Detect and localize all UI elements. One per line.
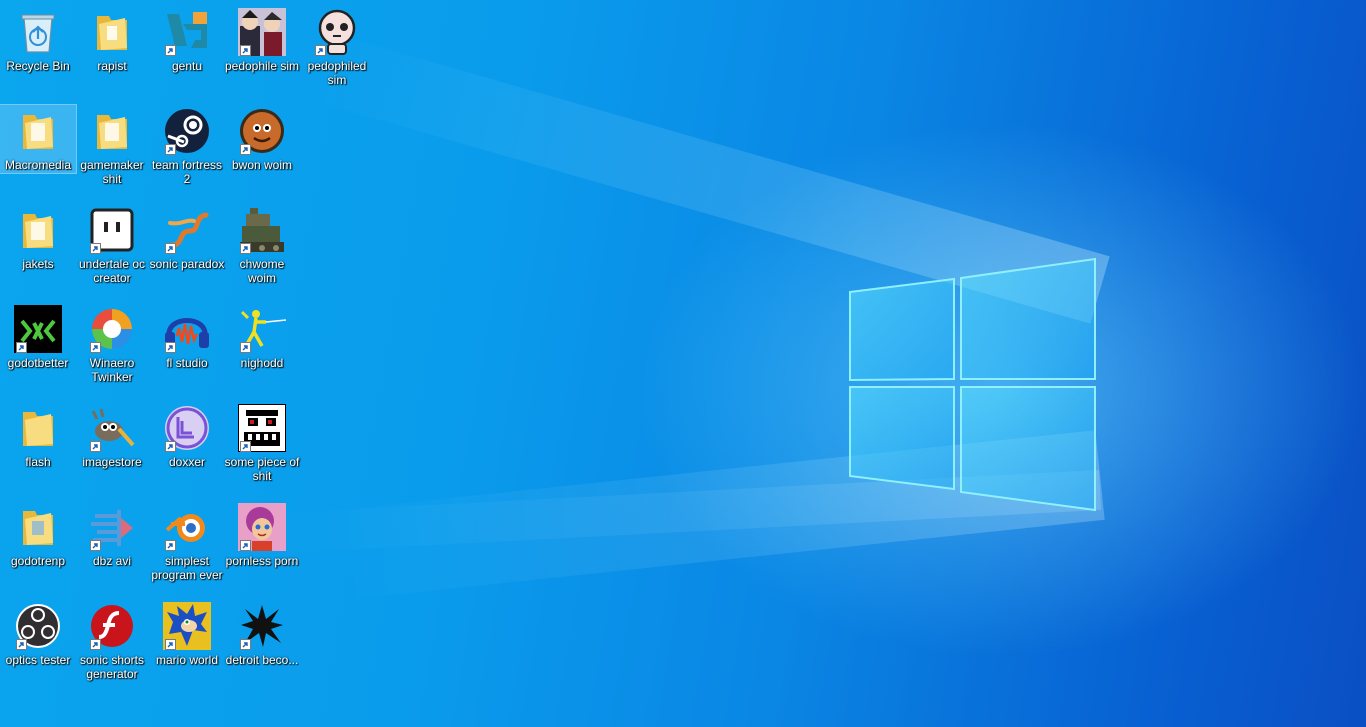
desktop-icon-detroit-beco[interactable]: detroit beco... xyxy=(224,600,300,667)
folder-icon xyxy=(23,412,53,446)
desktop-icon-bwon-woim[interactable]: bwon woim xyxy=(224,105,300,172)
shortcut-arrow-icon xyxy=(240,441,251,452)
desktop-icon-team-fortress-2[interactable]: team fortress 2 xyxy=(149,105,225,186)
shortcut-arrow-icon xyxy=(165,639,176,650)
shortcut-arrow-icon xyxy=(165,540,176,551)
shortcut-arrow-icon xyxy=(165,144,176,155)
icon-label: nighodd xyxy=(240,356,284,370)
icon-label: bwon woim xyxy=(231,158,293,172)
icon-label: Recycle Bin xyxy=(6,59,70,73)
desktop-icon-some-piece-of-shit[interactable]: some piece of shit xyxy=(224,402,300,483)
icon-label: fl studio xyxy=(166,356,208,370)
icon-label: dbz avi xyxy=(92,554,132,568)
folder-icon xyxy=(97,16,127,50)
desktop-icon-gamemaker-shit[interactable]: gamemaker shit xyxy=(74,105,150,186)
shortcut-arrow-icon xyxy=(165,441,176,452)
folder-icon xyxy=(97,115,127,149)
icon-label: flash xyxy=(25,455,51,469)
icon-label: Winaero Twinker xyxy=(89,356,135,384)
shortcut-arrow-icon xyxy=(90,342,101,353)
desktop-icon-dbz-avi[interactable]: dbz avi xyxy=(74,501,150,568)
desktop-icon-pedophile-sim[interactable]: pedophile sim xyxy=(224,6,300,73)
shortcut-arrow-icon xyxy=(165,342,176,353)
icon-label: chwome woim xyxy=(239,257,285,285)
icon-label: some piece of shit xyxy=(224,455,300,483)
icon-label: imagestore xyxy=(82,455,142,469)
desktop-icon-recycle-bin[interactable]: Recycle Bin xyxy=(0,6,76,73)
icon-label: gentu xyxy=(171,59,203,73)
shortcut-arrow-icon xyxy=(16,639,27,650)
desktop-icon-winaero-twinker[interactable]: Winaero Twinker xyxy=(74,303,150,384)
folder-icon xyxy=(23,115,53,149)
shortcut-arrow-icon xyxy=(240,342,251,353)
shortcut-arrow-icon xyxy=(90,540,101,551)
icon-label: gamemaker shit xyxy=(80,158,144,186)
icon-label: simplest program ever xyxy=(151,554,223,582)
icon-label: team fortress 2 xyxy=(151,158,223,186)
desktop-icon-godotrenp[interactable]: godotrenp xyxy=(0,501,76,568)
desktop-icon-optics-tester[interactable]: optics tester xyxy=(0,600,76,667)
desktop-icon-sonic-paradox[interactable]: sonic paradox xyxy=(149,204,225,271)
desktop-icon-rapist[interactable]: rapist xyxy=(74,6,150,73)
icon-label: rapist xyxy=(97,59,127,73)
windows-logo xyxy=(849,257,1096,512)
desktop-icon-pedophiled-sim[interactable]: pedophiled sim xyxy=(299,6,375,87)
desktop-icon-sonic-shorts-generator[interactable]: sonic shorts generator xyxy=(74,600,150,681)
icon-label: jakets xyxy=(22,257,54,271)
shortcut-arrow-icon xyxy=(16,342,27,353)
desktop-icon-gentu[interactable]: gentu xyxy=(149,6,225,73)
desktop-icon-simplest-program-ever[interactable]: simplest program ever xyxy=(149,501,225,582)
desktop-icon-fl-studio[interactable]: fl studio xyxy=(149,303,225,370)
shortcut-arrow-icon xyxy=(315,45,326,56)
icon-label: Macromedia xyxy=(4,158,72,172)
desktop-icon-jakets[interactable]: jakets xyxy=(0,204,76,271)
desktop-icon-imagestore[interactable]: imagestore xyxy=(74,402,150,469)
icon-label: pedophile sim xyxy=(224,59,300,73)
shortcut-arrow-icon xyxy=(165,243,176,254)
shortcut-arrow-icon xyxy=(240,144,251,155)
desktop-icon-flash[interactable]: flash xyxy=(0,402,76,469)
shortcut-arrow-icon xyxy=(240,639,251,650)
desktop-icon-nighodd[interactable]: nighodd xyxy=(224,303,300,370)
icon-label: pornless porn xyxy=(225,554,299,568)
desktop-icon-undertale-oc-creator[interactable]: undertale oc creator xyxy=(74,204,150,285)
desktop-icon-godotbetter[interactable]: godotbetter xyxy=(0,303,76,370)
desktop[interactable]: Recycle Bin Macromedia jakets godotbette… xyxy=(0,0,1366,727)
desktop-icon-chwome-woim[interactable]: chwome woim xyxy=(224,204,300,285)
desktop-icon-pornless-porn[interactable]: pornless porn xyxy=(224,501,300,568)
shortcut-arrow-icon xyxy=(165,45,176,56)
shortcut-arrow-icon xyxy=(90,243,101,254)
shortcut-arrow-icon xyxy=(240,45,251,56)
desktop-icon-doxxer[interactable]: doxxer xyxy=(149,402,225,469)
icon-label: detroit beco... xyxy=(225,653,299,667)
icon-label: godotrenp xyxy=(10,554,66,568)
desktop-icon-macromedia[interactable]: Macromedia xyxy=(0,104,77,174)
icon-label: optics tester xyxy=(5,653,71,667)
icon-label: pedophiled sim xyxy=(307,59,367,87)
icon-label: doxxer xyxy=(168,455,206,469)
icon-label: undertale oc creator xyxy=(78,257,146,285)
folder-icon xyxy=(23,214,53,248)
shortcut-arrow-icon xyxy=(90,639,101,650)
icon-label: mario world xyxy=(155,653,218,667)
recycle-bin-icon xyxy=(21,14,55,53)
folder-icon xyxy=(23,511,53,545)
icon-label: godotbetter xyxy=(7,356,69,370)
shortcut-arrow-icon xyxy=(240,540,251,551)
shortcut-arrow-icon xyxy=(90,441,101,452)
icon-label: sonic shorts generator xyxy=(79,653,145,681)
desktop-icon-mario-world[interactable]: mario world xyxy=(149,600,225,667)
icon-label: sonic paradox xyxy=(149,257,225,271)
shortcut-arrow-icon xyxy=(240,243,251,254)
